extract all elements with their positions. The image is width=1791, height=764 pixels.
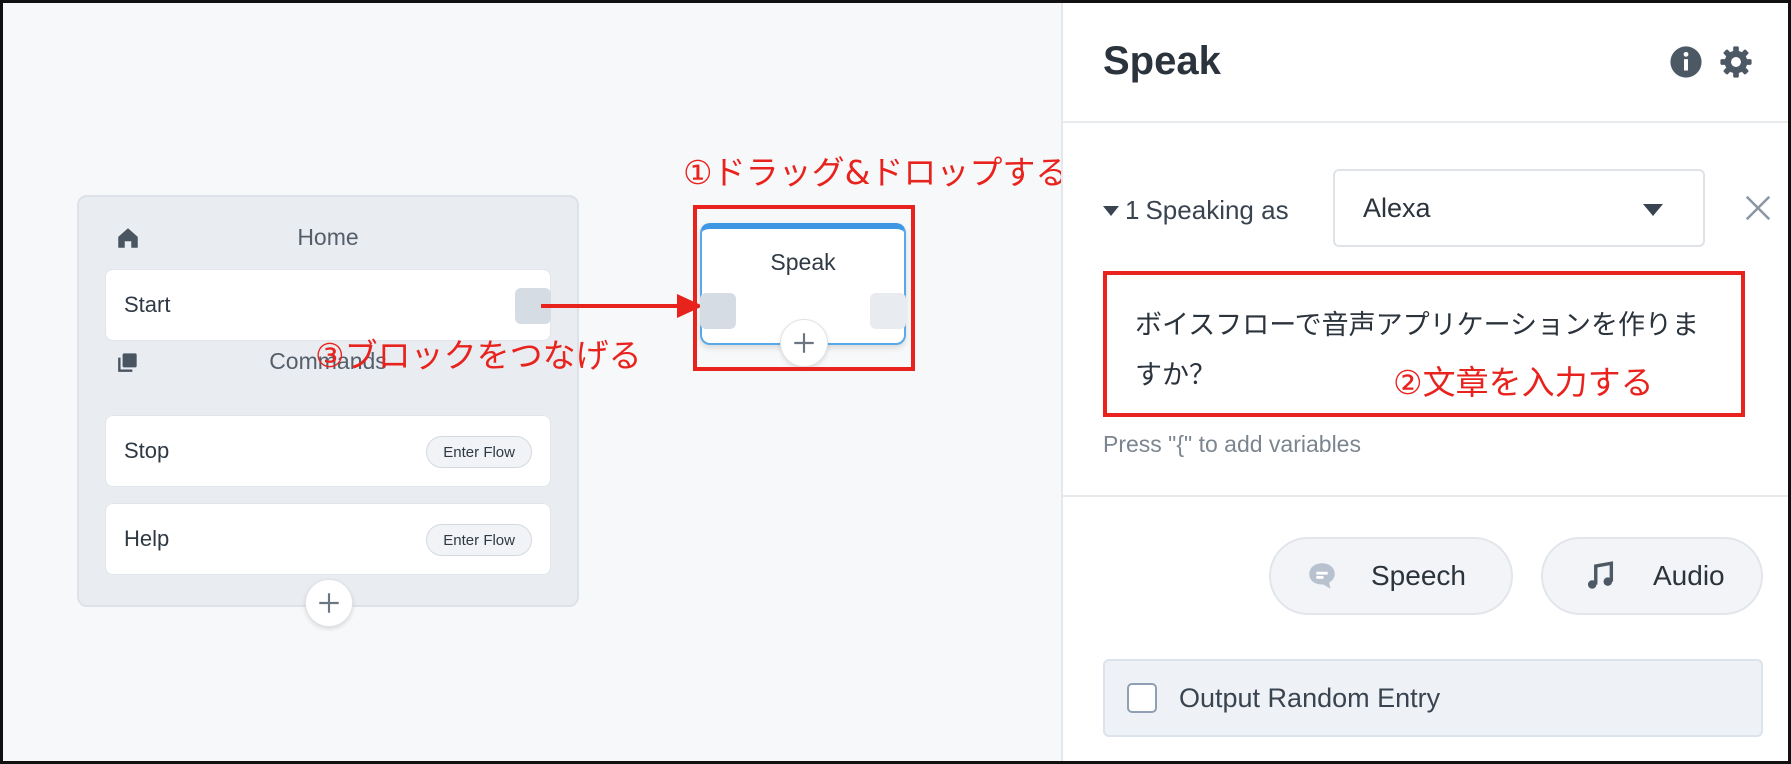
audio-button-label: Audio: [1653, 560, 1725, 591]
connection-arrow: [541, 294, 703, 318]
stop-enter-flow-button[interactable]: Enter Flow: [426, 436, 532, 468]
commands-icon: [118, 353, 137, 372]
audio-button[interactable]: Audio: [1541, 537, 1763, 615]
speech-button[interactable]: Speech: [1269, 537, 1513, 615]
gear-icon[interactable]: [1719, 45, 1753, 79]
command-help[interactable]: Help Enter Flow: [105, 503, 551, 575]
start-label: Start: [124, 292, 171, 317]
home-icon: [118, 228, 138, 248]
voice-select-value: Alexa: [1363, 192, 1431, 223]
home-add-step-button[interactable]: [305, 579, 353, 627]
variables-hint: Press "{" to add variables: [1103, 431, 1361, 457]
random-entry-checkbox[interactable]: [1127, 683, 1157, 713]
caret-down-icon: [1103, 205, 1119, 216]
chevron-down-icon: [1643, 204, 1663, 216]
content-divider: [1063, 495, 1788, 497]
home-block[interactable]: Home Start Commands Stop Enter Flow Help…: [77, 195, 579, 627]
speaking-label-text: Speaking as: [1145, 195, 1289, 225]
command-stop-label: Stop: [124, 438, 170, 463]
home-block-header: Home: [79, 217, 577, 257]
home-block-title: Home: [297, 223, 359, 250]
app-window: Home Start Commands Stop Enter Flow Help…: [0, 0, 1791, 764]
flow-canvas[interactable]: Home Start Commands Stop Enter Flow Help…: [3, 3, 1068, 761]
annotation-drag-drop: ①ドラッグ&ドロップする: [683, 153, 1069, 192]
music-note-icon: [1587, 561, 1614, 589]
help-enter-flow-button[interactable]: Enter Flow: [426, 524, 532, 556]
annotation-connect: ③ブロックをつなげる: [315, 336, 642, 375]
speaking-index: 1: [1125, 195, 1140, 225]
speech-bubble-icon: [1309, 563, 1335, 589]
plus-icon: [319, 593, 339, 613]
speaking-as-label[interactable]: 1 Speaking as: [1103, 195, 1289, 226]
panel-title: Speak: [1103, 39, 1221, 83]
command-stop[interactable]: Stop Enter Flow: [105, 415, 551, 487]
random-entry-label: Output Random Entry: [1179, 682, 1441, 713]
command-help-label: Help: [124, 526, 170, 551]
speak-block-highlight: [693, 205, 915, 371]
info-icon[interactable]: [1669, 45, 1703, 79]
annotation-enter-text: ②文章を入力する: [1393, 363, 1654, 402]
speech-button-label: Speech: [1371, 560, 1466, 591]
voice-select[interactable]: Alexa: [1333, 169, 1705, 247]
editor-panel: Speak 1 Speaking as Alexa ボイスフローで音声アプリケー…: [1061, 3, 1788, 761]
header-divider: [1063, 121, 1788, 123]
output-random-entry[interactable]: Output Random Entry: [1103, 659, 1763, 737]
close-icon[interactable]: [1743, 193, 1773, 223]
